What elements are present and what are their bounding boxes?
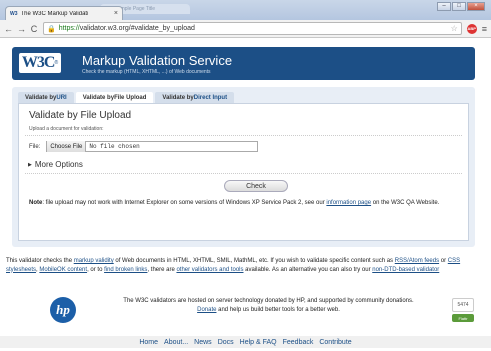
back-arrow-icon[interactable]: ← (4, 24, 13, 34)
tab-title: The W3C Markup Validati (20, 10, 89, 17)
browser-tab-active[interactable]: W3 The W3C Markup Validati × (5, 6, 123, 20)
sponsor-text: The W3C validators are hosted on server … (123, 298, 414, 313)
footer-link-contribute[interactable]: Contribute (319, 339, 351, 346)
upload-description: Upload a document for validation: (29, 126, 104, 132)
tab-close-icon[interactable]: × (114, 10, 118, 17)
information-page-link[interactable]: information page (326, 200, 371, 206)
file-label: File: (29, 143, 41, 150)
menu-icon[interactable]: ≡ (482, 24, 487, 34)
footer-link-about[interactable]: About... (164, 339, 188, 346)
minimize-button[interactable]: – (437, 2, 451, 11)
hp-logo[interactable]: hp (50, 297, 76, 323)
triangle-right-icon: ▶ (28, 161, 32, 168)
more-options-label: More Options (34, 160, 83, 169)
bookmark-star-icon[interactable]: ☆ (451, 24, 458, 33)
validation-tabs: Validate by URI Validate by File Upload … (18, 92, 235, 103)
file-row: File: Choose File No file chosen (29, 141, 259, 152)
address-bar[interactable]: 🔒 https://validator.w3.org/#validate_by_… (43, 22, 462, 35)
more-options-toggle[interactable]: ▶ More Options (28, 160, 83, 169)
footer-nav: Home About... News Docs Help & FAQ Feedb… (0, 336, 491, 348)
close-window-button[interactable]: × (467, 2, 485, 11)
page-title: Markup Validation Service (82, 53, 233, 68)
tab-validate-by-direct-input[interactable]: Validate by Direct Input (155, 92, 235, 103)
flattr-widget[interactable]: 5474 Flattr (452, 298, 476, 322)
about-text: This validator checks the markup validit… (6, 258, 461, 273)
other-validators-link[interactable]: other validators and tools (176, 267, 243, 273)
forward-arrow-icon[interactable]: → (17, 24, 26, 34)
sponsor-section: hp The W3C validators are hosted on serv… (6, 293, 486, 331)
maximize-button[interactable]: □ (452, 2, 466, 11)
donate-link[interactable]: Donate (197, 307, 216, 313)
mobileok-link[interactable]: MobileOK content (39, 267, 87, 273)
file-upload-form: Validate by File Upload Upload a documen… (18, 103, 469, 241)
upload-note: Note: file upload may not work with Inte… (29, 200, 440, 206)
rss-atom-link[interactable]: RSS/Atom feeds (395, 258, 439, 264)
lock-icon: 🔒 (47, 25, 56, 33)
check-button[interactable]: Check (224, 180, 288, 192)
page-subtitle: Check the markup (HTML, XHTML, ...) of W… (82, 69, 211, 75)
header-banner: W3C ® Markup Validation Service Check the… (12, 47, 475, 80)
browser-toolbar: ← → C 🔒 https://validator.w3.org/#valida… (0, 20, 491, 38)
validation-panel: Validate by URI Validate by File Upload … (12, 87, 475, 247)
markup-validity-link[interactable]: markup validity (74, 258, 114, 264)
url-text: https://validator.w3.org/#validate_by_up… (58, 25, 195, 32)
footer-link-home[interactable]: Home (139, 339, 158, 346)
favicon-icon: W3 (10, 10, 18, 17)
choose-file-button[interactable]: Choose File (47, 141, 87, 152)
browser-titlebar: Example Page Title W3 The W3C Markup Val… (0, 0, 491, 20)
broken-links-link[interactable]: find broken links (104, 267, 147, 273)
divider (25, 135, 462, 136)
tab-validate-by-file-upload[interactable]: Validate by File Upload (75, 92, 154, 103)
page-content: W3C ® Markup Validation Service Check the… (0, 39, 491, 351)
reload-icon[interactable]: C (30, 24, 38, 34)
window-controls: – □ × (437, 2, 485, 11)
w3c-logo[interactable]: W3C ® (19, 53, 61, 73)
footer-link-news[interactable]: News (194, 339, 212, 346)
tab-validate-by-uri[interactable]: Validate by URI (18, 92, 74, 103)
file-status: No file chosen (89, 143, 140, 150)
footer-link-help[interactable]: Help & FAQ (240, 339, 277, 346)
footer-link-feedback[interactable]: Feedback (283, 339, 314, 346)
flattr-button[interactable]: Flattr (452, 314, 474, 322)
non-dtd-validator-link[interactable]: non-DTD-based validator (372, 267, 439, 273)
flattr-count: 5474 (452, 298, 474, 312)
adblock-extension-icon[interactable]: ABP (466, 23, 477, 34)
file-input[interactable]: Choose File No file chosen (46, 141, 259, 152)
footer-link-docs[interactable]: Docs (218, 339, 234, 346)
divider (25, 173, 462, 174)
upload-heading: Validate by File Upload (29, 110, 132, 121)
